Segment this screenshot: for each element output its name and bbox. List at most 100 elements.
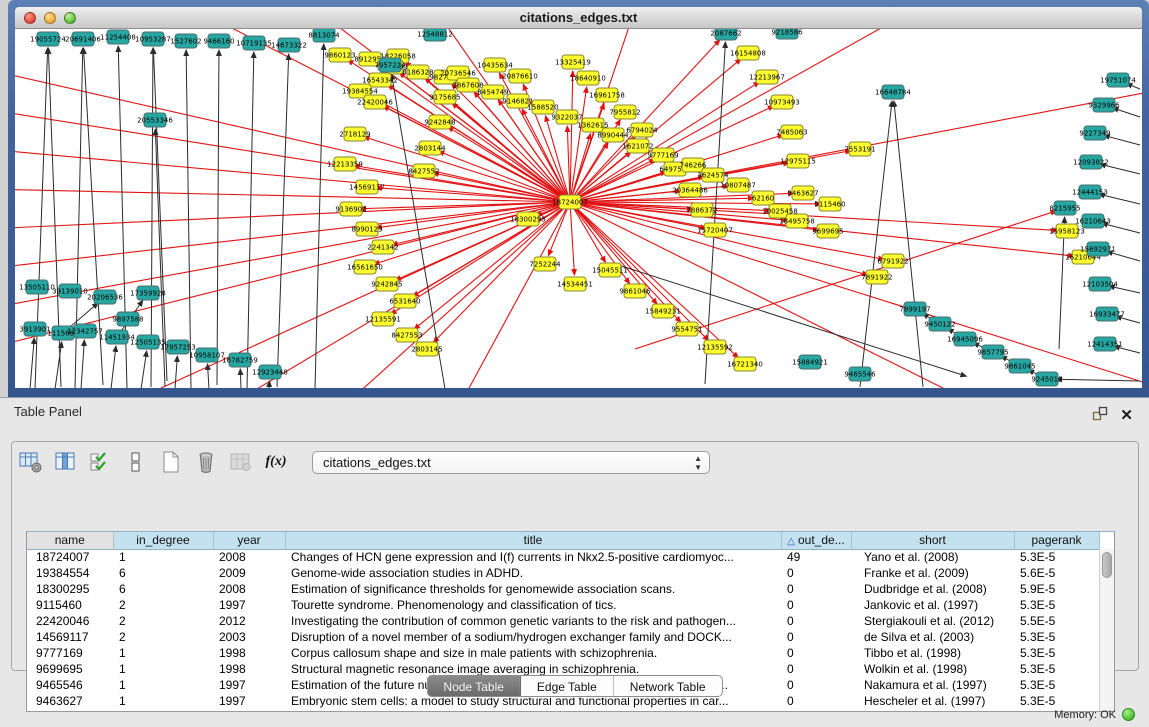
function-builder-icon[interactable]: f(x) xyxy=(263,450,289,474)
sort-ascending-icon: △ xyxy=(787,536,795,547)
table-cell: 5.3E-5 xyxy=(1014,597,1099,613)
table-cell: 0 xyxy=(781,597,851,613)
graph-node-label: 9466160 xyxy=(203,38,234,46)
graph-node-label: 16721340 xyxy=(727,361,763,369)
table-cell: Wolkin et al. (1998) xyxy=(851,661,1014,677)
network-canvas[interactable]: 1872400718300295133254191864091016961758… xyxy=(15,29,1142,388)
show-column-icon[interactable] xyxy=(53,450,79,474)
graph-node-label: 20206536 xyxy=(87,294,123,302)
table-cell: 5.3E-5 xyxy=(1014,661,1099,677)
scrollbar-thumb[interactable] xyxy=(1102,552,1112,578)
table-header-row: namein_degreeyeartitle△out_de...shortpag… xyxy=(27,532,1099,549)
memory-label: Memory: OK xyxy=(1054,709,1116,721)
table-row[interactable]: 1938455462009Genome-wide association stu… xyxy=(27,565,1099,581)
float-panel-icon[interactable] xyxy=(1092,405,1108,426)
graph-node-label: 6531640 xyxy=(389,298,420,306)
graph-node-label: 12342757 xyxy=(67,328,103,336)
graph-node-label: 10953287 xyxy=(135,36,171,44)
graph-node-label: 9115460 xyxy=(814,201,845,209)
table-row[interactable]: 1872400712008Changes of HCN gene express… xyxy=(27,549,1099,565)
network-view[interactable]: 1872400718300295133254191864091016961758… xyxy=(15,29,1142,388)
table-cell: 0 xyxy=(781,677,851,693)
table-cell: Changes of HCN gene expression and I(f) … xyxy=(285,549,781,565)
graph-node-label: 17359928 xyxy=(130,290,166,298)
column-header-pagerank[interactable]: pagerank xyxy=(1014,532,1099,549)
graph-node-label: 10958107 xyxy=(189,352,225,360)
graph-node-label: 20364486 xyxy=(672,187,708,195)
table-cell: Dudbridge et al. (2008) xyxy=(851,581,1014,597)
tab-edge-table[interactable]: Edge Table xyxy=(521,676,614,696)
column-header-label: year xyxy=(237,533,260,547)
graph-node-label: 20736546 xyxy=(440,70,476,78)
table-type-tabs: Node TableEdge TableNetwork Table xyxy=(426,675,722,697)
graph-node-label: 12135592 xyxy=(697,344,733,352)
table-cell: 0 xyxy=(781,581,851,597)
graph-node-label: 8215955 xyxy=(1049,205,1080,213)
graph-node-label: 19751074 xyxy=(1100,77,1136,85)
table-settings-icon[interactable] xyxy=(18,450,44,474)
table-row[interactable]: 911546021997Tourette syndrome. Phenomeno… xyxy=(27,597,1099,613)
table-cell: 1997 xyxy=(213,677,285,693)
graph-node-label: 12923448 xyxy=(252,369,288,377)
table-cell: Nakamura et al. (1997) xyxy=(851,677,1014,693)
tab-node-table[interactable]: Node Table xyxy=(427,676,521,696)
table-cell: 2 xyxy=(113,613,213,629)
graph-node-label: 15720407 xyxy=(697,227,733,235)
graph-node-label: 10435634 xyxy=(477,62,513,70)
memory-status: Memory: OK xyxy=(1054,708,1135,721)
table-cell: 9465546 xyxy=(27,677,113,693)
select-columns-icon[interactable] xyxy=(88,450,114,474)
graph-node-label: 2087662 xyxy=(710,30,741,38)
column-header-title[interactable]: title xyxy=(285,532,781,549)
graph-node-label: 8990444 xyxy=(597,132,629,140)
graph-node-label: 7252244 xyxy=(529,261,561,269)
table-cell: 18300295 xyxy=(27,581,113,597)
table-cell: 0 xyxy=(781,693,851,709)
graph-node-label: 16961758 xyxy=(589,92,625,100)
column-header-out-de-[interactable]: △out_de... xyxy=(781,532,851,549)
graph-node-label: 12093822 xyxy=(1073,159,1109,167)
column-header-name[interactable]: name xyxy=(27,532,113,549)
window-title: citations_edges.txt xyxy=(15,10,1142,25)
graph-node-label: 9860123 xyxy=(324,52,355,60)
table-row[interactable]: 2242004622012Investigating the contribut… xyxy=(27,613,1099,629)
window-titlebar[interactable]: citations_edges.txt xyxy=(15,7,1142,29)
panel-title: Table Panel xyxy=(14,404,82,419)
table-row[interactable]: 977716911998Corpus callosum shape and si… xyxy=(27,645,1099,661)
table-cell: 5.3E-5 xyxy=(1014,645,1099,661)
new-table-icon[interactable] xyxy=(158,450,184,474)
column-header-year[interactable]: year xyxy=(213,532,285,549)
table-cell: 1 xyxy=(113,661,213,677)
table-cell: 2008 xyxy=(213,549,285,565)
table-cell: Tourette syndrome. Phenomenology and cla… xyxy=(285,597,781,613)
graph-node-label: 8427553 xyxy=(391,332,422,340)
memory-ok-indicator[interactable] xyxy=(1122,708,1135,721)
graph-node-label: 16782759 xyxy=(222,357,258,365)
column-header-label: name xyxy=(55,533,85,547)
column-header-label: out_de... xyxy=(798,533,845,547)
row-height-icon[interactable] xyxy=(123,450,149,474)
table-cell: Tibbo et al. (1998) xyxy=(851,645,1014,661)
graph-node-label: 14534451 xyxy=(557,281,593,289)
table-toolbar: f(x) citations_edges.txt ▲▼ xyxy=(18,447,710,477)
delete-table-icon[interactable] xyxy=(193,450,219,474)
table-select-dropdown[interactable]: citations_edges.txt ▲▼ xyxy=(312,451,710,474)
graph-node-label: 15958123 xyxy=(1049,228,1085,236)
column-header-in-degree[interactable]: in_degree xyxy=(113,532,213,549)
tab-network-table[interactable]: Network Table xyxy=(614,676,722,696)
graph-node-label: 9463627 xyxy=(787,190,818,198)
table-row[interactable]: 1456911722003Disruption of a novel membe… xyxy=(27,629,1099,645)
table-cell: Estimation of significance thresholds fo… xyxy=(285,581,781,597)
column-header-short[interactable]: short xyxy=(851,532,1014,549)
table-cell: 1 xyxy=(113,549,213,565)
import-table-disabled-icon[interactable] xyxy=(228,450,254,474)
graph-node-label: 9465546 xyxy=(844,371,876,379)
table-cell: Disruption of a novel member of a sodium… xyxy=(285,629,781,645)
graph-node-label: 14673322 xyxy=(271,42,307,50)
graph-node-label: 20553346 xyxy=(137,117,173,125)
table-vertical-scrollbar[interactable] xyxy=(1099,549,1114,711)
close-panel-icon[interactable]: ✕ xyxy=(1120,409,1133,423)
table-cell: 49 xyxy=(781,549,851,565)
graph-node-label: 6791922 xyxy=(877,258,908,266)
table-row[interactable]: 1830029562008Estimation of significance … xyxy=(27,581,1099,597)
